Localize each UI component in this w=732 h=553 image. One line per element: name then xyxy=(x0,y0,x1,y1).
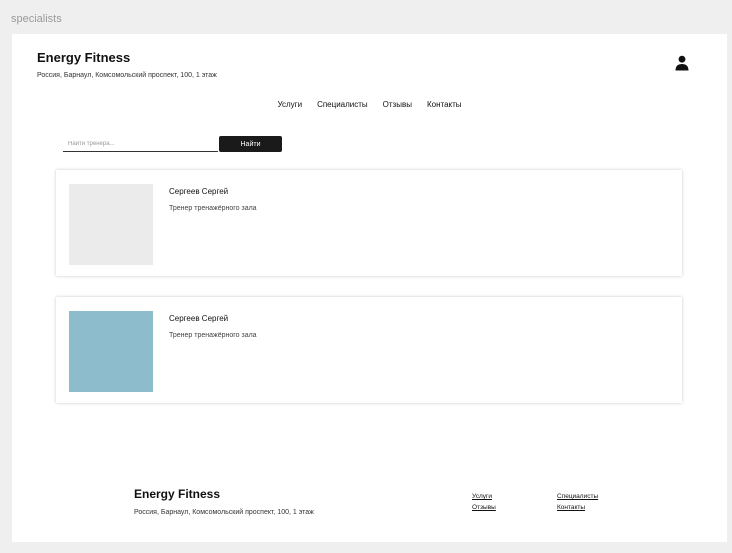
footer-link-contacts[interactable]: Контакты xyxy=(557,504,585,511)
footer-link-services[interactable]: Услуги xyxy=(472,493,492,500)
specialist-role: Тренер тренажёрного зала xyxy=(169,332,257,339)
specialist-card[interactable]: Сергеев Сергей Тренер тренажёрного зала xyxy=(56,170,682,276)
specialist-card[interactable]: Сергеев Сергей Тренер тренажёрного зала xyxy=(56,297,682,403)
search-button[interactable]: Найти xyxy=(219,136,282,152)
site-title: Energy Fitness xyxy=(37,50,131,65)
footer-title: Energy Fitness xyxy=(134,487,221,501)
specialist-name: Сергеев Сергей xyxy=(169,187,229,196)
footer-address: Россия, Барнаул, Комсомольский проспект,… xyxy=(134,509,314,516)
footer-link-reviews[interactable]: Отзывы xyxy=(472,504,496,511)
search-input[interactable] xyxy=(63,137,218,152)
specialist-name: Сергеев Сергей xyxy=(169,314,229,323)
specialist-role: Тренер тренажёрного зала xyxy=(169,205,257,212)
frame-label: specialists xyxy=(11,13,62,25)
nav-item-specialists[interactable]: Специалисты xyxy=(317,100,368,109)
footer-link-specialists[interactable]: Специалисты xyxy=(557,493,598,500)
nav-item-reviews[interactable]: Отзывы xyxy=(383,100,412,109)
site-address: Россия, Барнаул, Комсомольский проспект,… xyxy=(37,72,217,79)
specialist-photo xyxy=(69,311,153,392)
user-icon[interactable] xyxy=(675,55,689,71)
nav-item-services[interactable]: Услуги xyxy=(277,100,302,109)
nav-item-contacts[interactable]: Контакты xyxy=(427,100,462,109)
page-frame: Energy Fitness Россия, Барнаул, Комсомол… xyxy=(12,34,727,542)
main-nav: Услуги Специалисты Отзывы Контакты xyxy=(12,100,727,109)
specialist-photo xyxy=(69,184,153,265)
